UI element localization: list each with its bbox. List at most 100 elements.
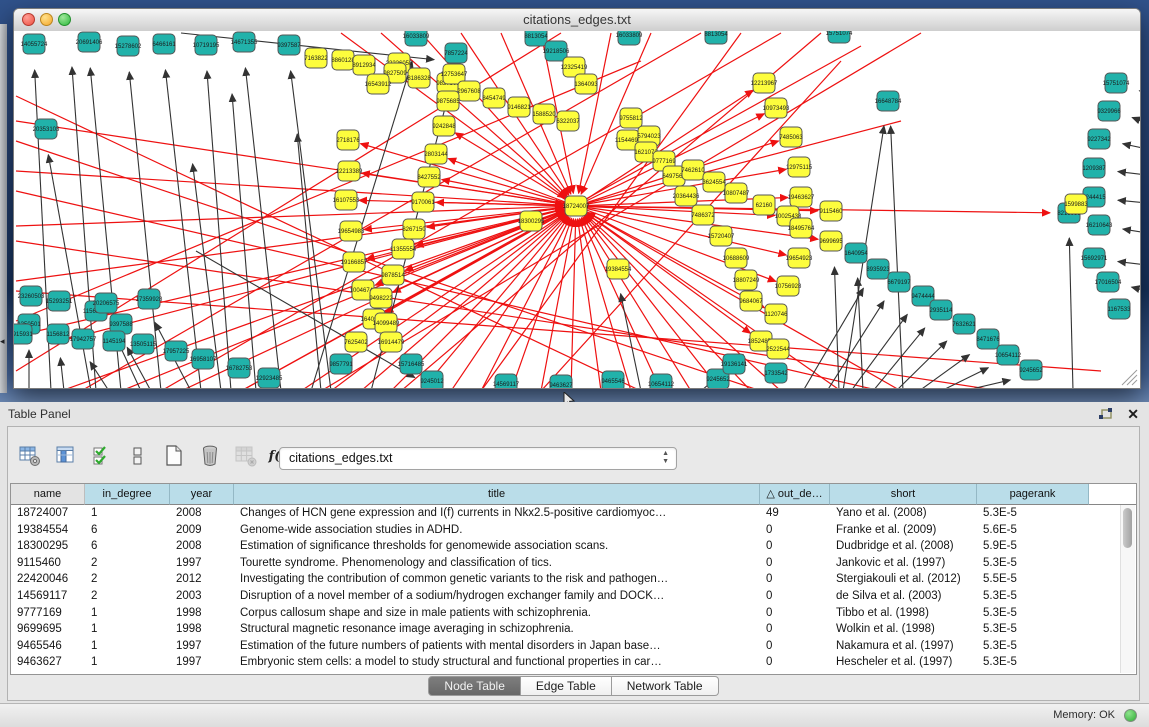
table-cell[interactable]: Franke et al. (2009) <box>830 522 977 539</box>
table-cell[interactable]: 9777169 <box>11 605 85 622</box>
graph-edge[interactable] <box>1139 91 1140 93</box>
table-cell[interactable]: 0 <box>760 605 830 622</box>
table-cell[interactable]: Dudbridge et al. (2008) <box>830 538 977 555</box>
table-cell[interactable]: 1 <box>85 605 170 622</box>
table-cell[interactable]: Embryonic stem cells: a model to study s… <box>234 654 760 671</box>
network-window-titlebar[interactable]: citations_edges.txt <box>14 9 1140 32</box>
table-cell[interactable]: 0 <box>760 538 830 555</box>
table-header-row[interactable]: namein_degreeyeartitle△ out_de…shortpage… <box>11 484 1136 505</box>
table-cell[interactable]: 5.6E-5 <box>977 522 1089 539</box>
graph-edge[interactable] <box>1118 200 1140 203</box>
table-cell[interactable]: 5.3E-5 <box>977 621 1089 638</box>
graph-edge[interactable] <box>1118 172 1140 175</box>
column-header-pagerank[interactable]: pagerank <box>977 484 1089 505</box>
table-cell[interactable]: 1998 <box>170 621 234 638</box>
table-cell[interactable]: Disruption of a novel member of a sodium… <box>234 588 760 605</box>
graph-edge[interactable] <box>579 33 611 193</box>
graph-edge[interactable] <box>541 219 574 388</box>
unselect-all-icon[interactable] <box>124 442 151 470</box>
table-cell[interactable]: Stergiakouli et al. (2012) <box>830 571 977 588</box>
graph-edge[interactable] <box>1132 287 1140 291</box>
table-cell[interactable]: 9699695 <box>11 621 85 638</box>
graph-edge[interactable] <box>803 288 863 388</box>
table-cell[interactable]: 1 <box>85 621 170 638</box>
table-cell[interactable]: 5.3E-5 <box>977 588 1089 605</box>
table-row[interactable]: 946362711997Embryonic stem cells: a mode… <box>11 654 1136 671</box>
column-header-year[interactable]: year <box>170 484 234 505</box>
memory-ok-led-icon[interactable] <box>1124 709 1137 722</box>
table-cell[interactable]: 1 <box>85 654 170 671</box>
table-cell[interactable]: 5.3E-5 <box>977 654 1089 671</box>
table-cell[interactable]: Tourette syndrome. Phenomenology and cla… <box>234 555 760 572</box>
table-cell[interactable]: 2 <box>85 571 170 588</box>
table-cell[interactable]: 0 <box>760 588 830 605</box>
table-cell[interactable]: 5.3E-5 <box>977 555 1089 572</box>
network-canvas[interactable]: 1405572420691406152786026466161107191951… <box>14 31 1140 388</box>
table-cell[interactable]: Investigating the contribution of common… <box>234 571 760 588</box>
table-cell[interactable]: 5.3E-5 <box>977 505 1089 522</box>
select-all-icon[interactable] <box>88 442 115 470</box>
graph-edge[interactable] <box>834 267 839 388</box>
table-cell[interactable]: 49 <box>760 505 830 522</box>
graph-edge[interactable] <box>60 358 64 388</box>
column-select-icon[interactable] <box>52 442 79 470</box>
table-cell[interactable]: 1997 <box>170 555 234 572</box>
close-panel-icon[interactable]: ✕ <box>1127 406 1139 422</box>
table-cell[interactable]: 18300295 <box>11 538 85 555</box>
table-cell[interactable]: Structural magnetic resonance image aver… <box>234 621 760 638</box>
table-cell[interactable]: 14569117 <box>11 588 85 605</box>
table-rows[interactable]: 1872400712008Changes of HCN gene express… <box>11 505 1136 671</box>
table-cell[interactable]: 5.3E-5 <box>977 605 1089 622</box>
table-cell[interactable]: Estimation of the future numbers of pati… <box>234 638 760 655</box>
table-row[interactable]: 1872400712008Changes of HCN gene express… <box>11 505 1136 522</box>
table-cell[interactable]: 0 <box>760 555 830 572</box>
table-cell[interactable]: 0 <box>760 522 830 539</box>
panel-collapse-arrow[interactable]: ◂ <box>0 337 5 346</box>
table-row[interactable]: 1456911722003Disruption of a novel membe… <box>11 588 1136 605</box>
graph-edge[interactable] <box>360 144 576 206</box>
close-window-button[interactable] <box>22 13 35 26</box>
table-cell[interactable]: 5.3E-5 <box>977 638 1089 655</box>
table-cell[interactable]: Wolkin et al. (1998) <box>830 621 977 638</box>
table-cell[interactable]: 9115460 <box>11 555 85 572</box>
tab-network-table[interactable]: Network Table <box>612 676 719 696</box>
minimize-window-button[interactable] <box>40 13 53 26</box>
table-cell[interactable]: 5.9E-5 <box>977 538 1089 555</box>
column-header-out_de…[interactable]: △ out_de… <box>760 484 830 505</box>
table-cell[interactable]: Hescheler et al. (1997) <box>830 654 977 671</box>
table-row[interactable]: 969969511998Structural magnetic resonanc… <box>11 621 1136 638</box>
table-cell[interactable]: 1 <box>85 638 170 655</box>
table-cell[interactable]: Yano et al. (2008) <box>830 505 977 522</box>
table-cell[interactable]: 6 <box>85 538 170 555</box>
table-row[interactable]: 977716911998Corpus callosum shape and si… <box>11 605 1136 622</box>
table-cell[interactable]: 9463627 <box>11 654 85 671</box>
graph-edge[interactable] <box>1123 229 1140 233</box>
table-cell[interactable]: de Silva et al. (2003) <box>830 588 977 605</box>
table-cell[interactable]: 2012 <box>170 571 234 588</box>
table-cell[interactable]: 0 <box>760 638 830 655</box>
table-cell[interactable]: 9465546 <box>11 638 85 655</box>
table-cell[interactable]: Changes of HCN gene expression and I(f) … <box>234 505 760 522</box>
table-cell[interactable]: 0 <box>760 621 830 638</box>
table-cell[interactable]: 5.5E-5 <box>977 571 1089 588</box>
zoom-window-button[interactable] <box>58 13 71 26</box>
table-cell[interactable]: 2009 <box>170 522 234 539</box>
table-cell[interactable]: Tibbo et al. (1998) <box>830 605 977 622</box>
delete-icon[interactable] <box>196 442 223 470</box>
table-cell[interactable]: 19384554 <box>11 522 85 539</box>
table-panel-header[interactable]: Table Panel ✕ <box>0 402 1149 426</box>
table-cell[interactable]: 22420046 <box>11 571 85 588</box>
table-cell[interactable]: 0 <box>760 571 830 588</box>
table-row[interactable]: 911546021997Tourette syndrome. Phenomeno… <box>11 555 1136 572</box>
graph-edge[interactable] <box>891 126 903 388</box>
table-cell[interactable]: 1997 <box>170 654 234 671</box>
table-selector-dropdown[interactable]: citations_edges.txt ▲▼ <box>279 447 677 470</box>
graph-edge[interactable] <box>1132 118 1140 123</box>
table-row[interactable]: 1938455462009Genome-wide association stu… <box>11 522 1136 539</box>
graph-edge[interactable] <box>1123 144 1140 149</box>
graph-edge[interactable] <box>896 341 947 388</box>
table-row[interactable]: 946554611997Estimation of the future num… <box>11 638 1136 655</box>
table-cell[interactable]: Corpus callosum shape and size in male p… <box>234 605 760 622</box>
graph-edge[interactable] <box>291 71 331 388</box>
graph-edge[interactable] <box>16 171 563 205</box>
